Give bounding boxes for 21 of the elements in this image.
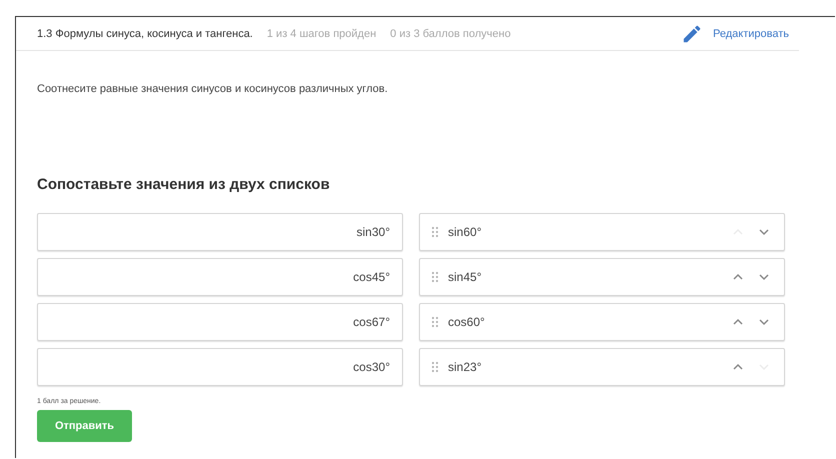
- item-label: cos60°: [448, 315, 485, 329]
- match-target: cos67°: [37, 303, 403, 341]
- lesson-title: 1.3 Формулы синуса, косинуса и тангенса.: [37, 28, 253, 40]
- drag-handle-icon[interactable]: [432, 316, 440, 328]
- draggable-item[interactable]: cos60°: [419, 303, 785, 341]
- match-target: cos45°: [37, 258, 403, 296]
- draggable-item[interactable]: sin60°: [419, 213, 785, 251]
- item-label: sin60°: [448, 225, 482, 239]
- draggable-item[interactable]: sin45°: [419, 258, 785, 296]
- drag-handle-icon[interactable]: [432, 361, 440, 373]
- task-heading: Сопоставьте значения из двух списков: [37, 176, 331, 193]
- match-target: cos30°: [37, 348, 403, 386]
- item-label: sin45°: [448, 270, 482, 284]
- pencil-icon: [681, 22, 703, 44]
- drag-handle-icon[interactable]: [432, 226, 440, 238]
- match-target: sin30°: [37, 213, 403, 251]
- drag-handle-icon[interactable]: [432, 271, 440, 283]
- instruction-text: Соотнесите равные значения синусов и косинусов различных углов.: [37, 83, 389, 95]
- edit-link[interactable]: Редактировать: [713, 28, 789, 40]
- draggable-item[interactable]: sin23°: [419, 348, 785, 386]
- item-label: sin23°: [448, 360, 482, 374]
